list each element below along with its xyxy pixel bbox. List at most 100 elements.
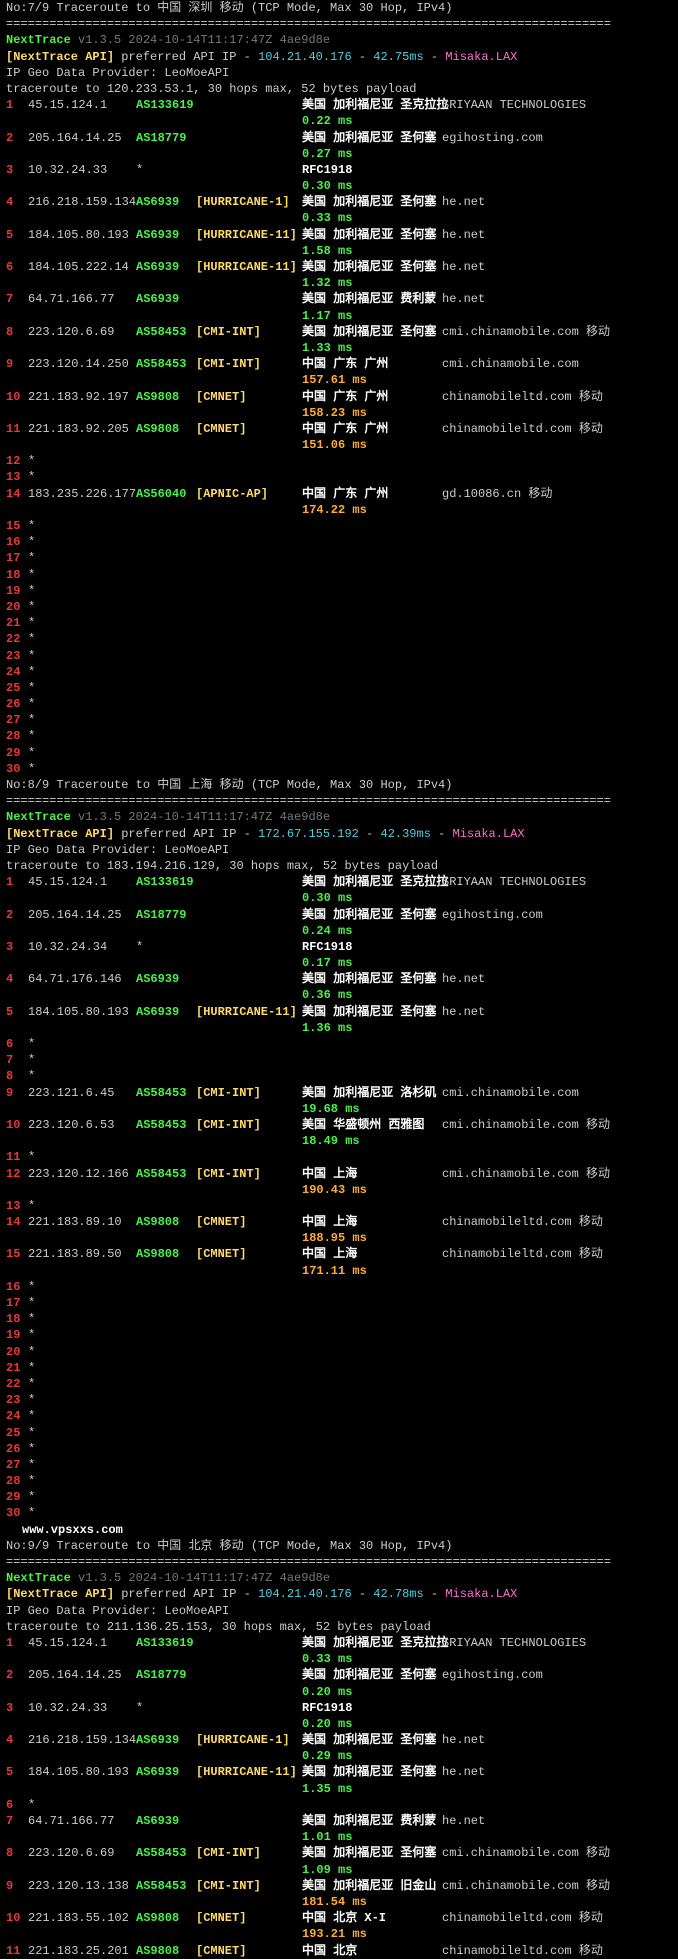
star: *: [28, 745, 35, 761]
asn: AS9808: [136, 1910, 196, 1926]
ip: 221.183.89.50: [28, 1246, 136, 1262]
latency-row: 0.17 ms: [6, 955, 672, 971]
asn: AS133619: [136, 1635, 196, 1651]
hop-row: 145.15.124.1AS133619美国 加利福尼亚 圣克拉拉 SRIYAA…: [6, 874, 672, 890]
hop-row: 15221.183.89.50AS9808[CMNET]中国 上海 chinam…: [6, 1246, 672, 1262]
hop-row: 23*: [6, 1392, 672, 1408]
hop-row: 2205.164.14.25AS18779美国 加利福尼亚 圣何塞 egihos…: [6, 130, 672, 146]
ip: 223.120.14.250: [28, 356, 136, 372]
star: *: [28, 761, 35, 777]
star: *: [28, 1327, 35, 1343]
location: 美国 加利福尼亚 圣何塞: [302, 1732, 442, 1748]
hop-row: 29*: [6, 745, 672, 761]
star: *: [28, 1425, 35, 1441]
ip: 216.218.159.134: [28, 1732, 136, 1748]
ip: 64.71.166.77: [28, 291, 136, 307]
latency: 188.95 ms: [302, 1231, 367, 1245]
hop-row: 464.71.176.146AS6939美国 加利福尼亚 圣何塞 he.net: [6, 971, 672, 987]
hop-row: 8223.120.6.69AS58453[CMI-INT]美国 加利福尼亚 圣何…: [6, 324, 672, 340]
latency: 0.33 ms: [302, 211, 352, 225]
hop-row: 6*: [6, 1036, 672, 1052]
hop-row: 6*: [6, 1797, 672, 1813]
latency: 157.61 ms: [302, 373, 367, 387]
hop-number: 21: [6, 1360, 28, 1376]
location: 中国 上海: [302, 1214, 442, 1230]
star: *: [28, 664, 35, 680]
hop-number: 4: [6, 194, 28, 210]
trace-line: traceroute to 183.194.216.129, 30 hops m…: [6, 858, 672, 874]
hop-row: 24*: [6, 664, 672, 680]
latency: 171.11 ms: [302, 1264, 367, 1278]
hop-number: 26: [6, 696, 28, 712]
latency-row: 0.22 ms: [6, 113, 672, 129]
hop-number: 24: [6, 664, 28, 680]
location: 美国 加利福尼亚 费利蒙: [302, 1813, 442, 1829]
location: 中国 广东 广州: [302, 389, 442, 405]
host: cmi.chinamobile.com 移动: [442, 1166, 610, 1182]
host: he.net: [442, 1813, 485, 1829]
hop-row: 26*: [6, 696, 672, 712]
hop-number: 25: [6, 680, 28, 696]
latency-row: 18.49 ms: [6, 1133, 672, 1149]
hop-row: 25*: [6, 680, 672, 696]
hop-number: 10: [6, 1117, 28, 1133]
location: 中国 北京: [302, 1943, 442, 1959]
location: RFC1918: [302, 162, 442, 178]
hop-number: 15: [6, 1246, 28, 1262]
tag: [CMNET]: [196, 421, 302, 437]
latency: 19.68 ms: [302, 1102, 360, 1116]
latency-row: 1.33 ms: [6, 340, 672, 356]
latency: 0.30 ms: [302, 891, 352, 905]
location: 美国 加利福尼亚 圣何塞: [302, 1845, 442, 1861]
star: *: [28, 1360, 35, 1376]
latency-row: 181.54 ms: [6, 1894, 672, 1910]
hop-number: 7: [6, 291, 28, 307]
host: cmi.chinamobile.com 移动: [442, 324, 610, 340]
asn: AS58453: [136, 1085, 196, 1101]
hop-row: 5184.105.80.193AS6939[HURRICANE-11]美国 加利…: [6, 1004, 672, 1020]
hop-row: 9223.120.13.138AS58453[CMI-INT]美国 加利福尼亚 …: [6, 1878, 672, 1894]
tag: [CMNET]: [196, 1214, 302, 1230]
hop-number: 8: [6, 1068, 28, 1084]
latency-row: 19.68 ms: [6, 1101, 672, 1117]
hop-row: 24*: [6, 1408, 672, 1424]
ip: 223.120.13.138: [28, 1878, 136, 1894]
asn: AS58453: [136, 324, 196, 340]
asn: AS56040: [136, 486, 196, 502]
hop-row: 28*: [6, 728, 672, 744]
hop-number: 29: [6, 745, 28, 761]
asn: AS9808: [136, 1246, 196, 1262]
host: chinamobileltd.com 移动: [442, 1214, 603, 1230]
terminal-output: No:7/9 Traceroute to 中国 深圳 移动 (TCP Mode,…: [0, 0, 678, 1959]
ip: 221.183.89.10: [28, 1214, 136, 1230]
hop-row: 29*: [6, 1489, 672, 1505]
star: *: [28, 1473, 35, 1489]
hop-number: 27: [6, 712, 28, 728]
hop-number: 19: [6, 1327, 28, 1343]
star: *: [28, 1279, 35, 1295]
hop-number: 9: [6, 356, 28, 372]
latency: 1.17 ms: [302, 309, 352, 323]
star: *: [28, 583, 35, 599]
hop-number: 10: [6, 1910, 28, 1926]
host: cmi.chinamobile.com: [442, 1085, 579, 1101]
asn: AS133619: [136, 874, 196, 890]
latency-row: 0.30 ms: [6, 890, 672, 906]
latency: 0.22 ms: [302, 114, 352, 128]
tag: [196, 97, 302, 113]
trace-line: traceroute to 120.233.53.1, 30 hops max,…: [6, 81, 672, 97]
host: SRIYAAN TECHNOLOGIES: [442, 97, 586, 113]
latency: 1.33 ms: [302, 341, 352, 355]
latency: 190.43 ms: [302, 1183, 367, 1197]
tag: [196, 907, 302, 923]
hop-number: 13: [6, 469, 28, 485]
hop-row: 19*: [6, 1327, 672, 1343]
hop-number: 2: [6, 1667, 28, 1683]
divider: ========================================…: [6, 793, 672, 809]
geo-line: IP Geo Data Provider: LeoMoeAPI: [6, 842, 672, 858]
latency-row: 193.21 ms: [6, 1926, 672, 1942]
latency-row: 0.20 ms: [6, 1716, 672, 1732]
hop-row: 28*: [6, 1473, 672, 1489]
hop-number: 1: [6, 1635, 28, 1651]
latency-row: 190.43 ms: [6, 1182, 672, 1198]
